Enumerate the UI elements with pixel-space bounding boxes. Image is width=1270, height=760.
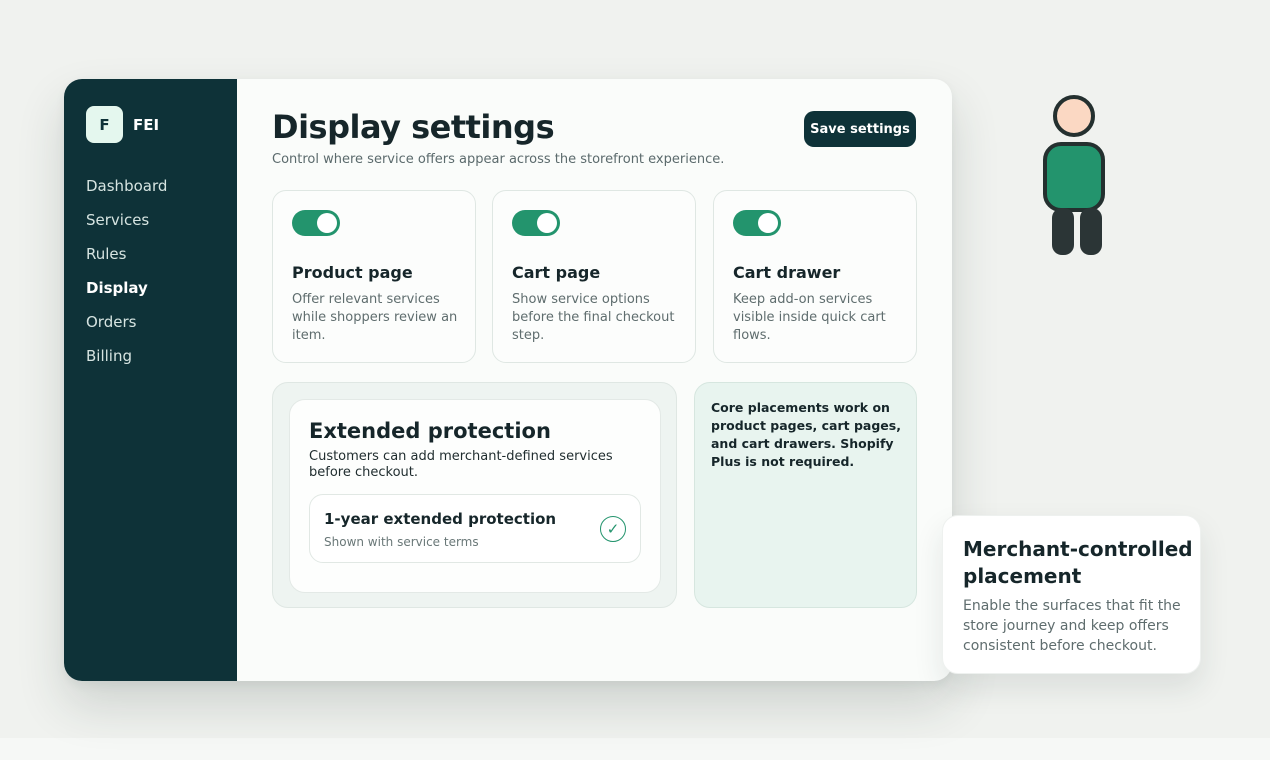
info-note-text: Core placements work on product pages, c… <box>711 400 901 469</box>
placement-card-description: Show service options before the final ch… <box>512 292 675 343</box>
placement-card-cart-drawer: Cart drawer Keep add-on services visible… <box>713 190 917 363</box>
save-settings-button[interactable]: Save settings <box>804 111 916 147</box>
sidebar: F FEI Dashboard Services Rules Display O… <box>64 79 237 681</box>
placement-card-title: Cart drawer <box>733 263 841 282</box>
callout-title: Merchant-controlled placement <box>963 537 1193 588</box>
toggle-knob <box>317 213 337 233</box>
person-leg-left <box>1052 208 1074 255</box>
check-icon[interactable]: ✓ <box>600 516 626 542</box>
toggle-knob <box>537 213 557 233</box>
brand-name: FEI <box>133 115 160 134</box>
placement-card-title: Product page <box>292 263 413 282</box>
cart-drawer-toggle[interactable] <box>733 210 781 236</box>
main-content: Display settings Control where service o… <box>237 79 952 681</box>
info-note: Core placements work on product pages, c… <box>694 382 917 608</box>
preview-card: Extended protection Customers can add me… <box>289 399 661 593</box>
person-head <box>1053 95 1095 137</box>
sidebar-item-billing[interactable]: Billing <box>86 345 167 379</box>
toggle-knob <box>758 213 778 233</box>
preview-panel: Extended protection Customers can add me… <box>272 382 677 608</box>
sidebar-item-dashboard[interactable]: Dashboard <box>86 175 167 209</box>
app-window: F FEI Dashboard Services Rules Display O… <box>64 79 952 681</box>
feature-callout: Merchant-controlled placement Enable the… <box>942 515 1201 674</box>
page-footer-strip <box>0 738 1270 760</box>
person-illustration <box>1043 95 1105 255</box>
preview-description: Customers can add merchant-defined servi… <box>309 449 613 480</box>
placement-card-description: Offer relevant services while shoppers r… <box>292 292 458 343</box>
preview-title: Extended protection <box>309 419 551 443</box>
placement-card-product-page: Product page Offer relevant services whi… <box>272 190 476 363</box>
sidebar-item-display[interactable]: Display <box>86 277 167 311</box>
page-title: Display settings <box>272 108 555 146</box>
placement-card-title: Cart page <box>512 263 601 282</box>
sidebar-item-rules[interactable]: Rules <box>86 243 167 277</box>
sidebar-item-orders[interactable]: Orders <box>86 311 167 345</box>
page-subtitle: Control where service offers appear acro… <box>272 152 725 167</box>
callout-body: Enable the surfaces that fit the store j… <box>963 598 1181 654</box>
placement-card-description: Keep add-on services visible inside quic… <box>733 292 886 343</box>
person-body <box>1043 142 1105 212</box>
product-page-toggle[interactable] <box>292 210 340 236</box>
person-leg-right <box>1080 208 1102 255</box>
sidebar-item-services[interactable]: Services <box>86 209 167 243</box>
cart-page-toggle[interactable] <box>512 210 560 236</box>
brand: F FEI <box>86 106 159 143</box>
sidebar-nav: Dashboard Services Rules Display Orders … <box>86 175 167 379</box>
service-option-subtitle: Shown with service terms <box>324 535 479 549</box>
brand-logo: F <box>86 106 123 143</box>
service-option-title: 1-year extended protection <box>324 510 557 528</box>
placement-card-cart-page: Cart page Show service options before th… <box>492 190 696 363</box>
service-option[interactable]: 1-year extended protection Shown with se… <box>309 494 641 563</box>
